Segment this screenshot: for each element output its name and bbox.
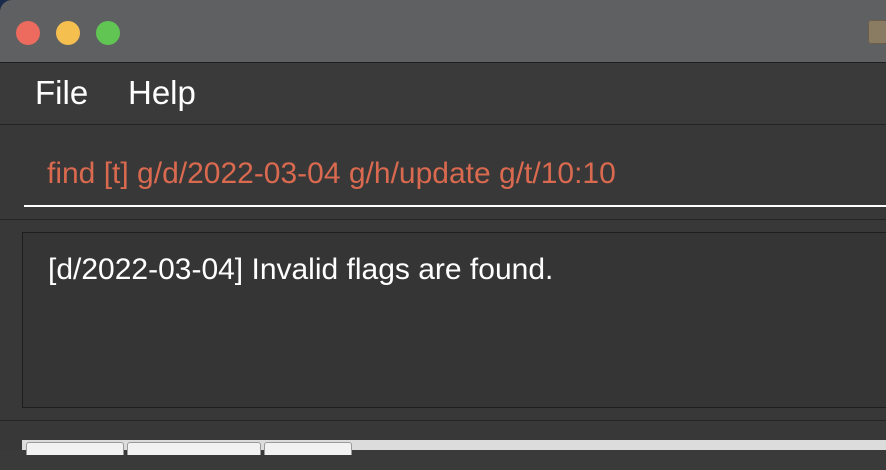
maximize-icon[interactable] bbox=[96, 21, 120, 45]
tab-3[interactable] bbox=[264, 442, 352, 455]
menu-help[interactable]: Help bbox=[128, 75, 196, 111]
tab-2[interactable] bbox=[127, 442, 261, 455]
command-input-text: find [t] g/d/2022-03-04 g/h/update g/t/1… bbox=[47, 157, 616, 190]
menu-bar: File Help bbox=[0, 63, 886, 125]
close-icon[interactable] bbox=[16, 21, 40, 45]
result-message: [d/2022-03-04] Invalid flags are found. bbox=[48, 253, 554, 286]
divider bbox=[0, 219, 886, 220]
command-input[interactable]: find [t] g/d/2022-03-04 g/h/update g/t/1… bbox=[24, 143, 886, 207]
app-window: File Help find [t] g/d/2022-03-04 g/h/up… bbox=[0, 0, 886, 470]
minimize-icon[interactable] bbox=[56, 21, 80, 45]
result-display: [d/2022-03-04] Invalid flags are found. bbox=[22, 232, 886, 408]
tab-1[interactable] bbox=[26, 442, 124, 455]
menu-file[interactable]: File bbox=[35, 75, 88, 111]
divider bbox=[0, 420, 886, 421]
app-icon bbox=[868, 20, 886, 44]
title-bar[interactable] bbox=[0, 0, 886, 63]
